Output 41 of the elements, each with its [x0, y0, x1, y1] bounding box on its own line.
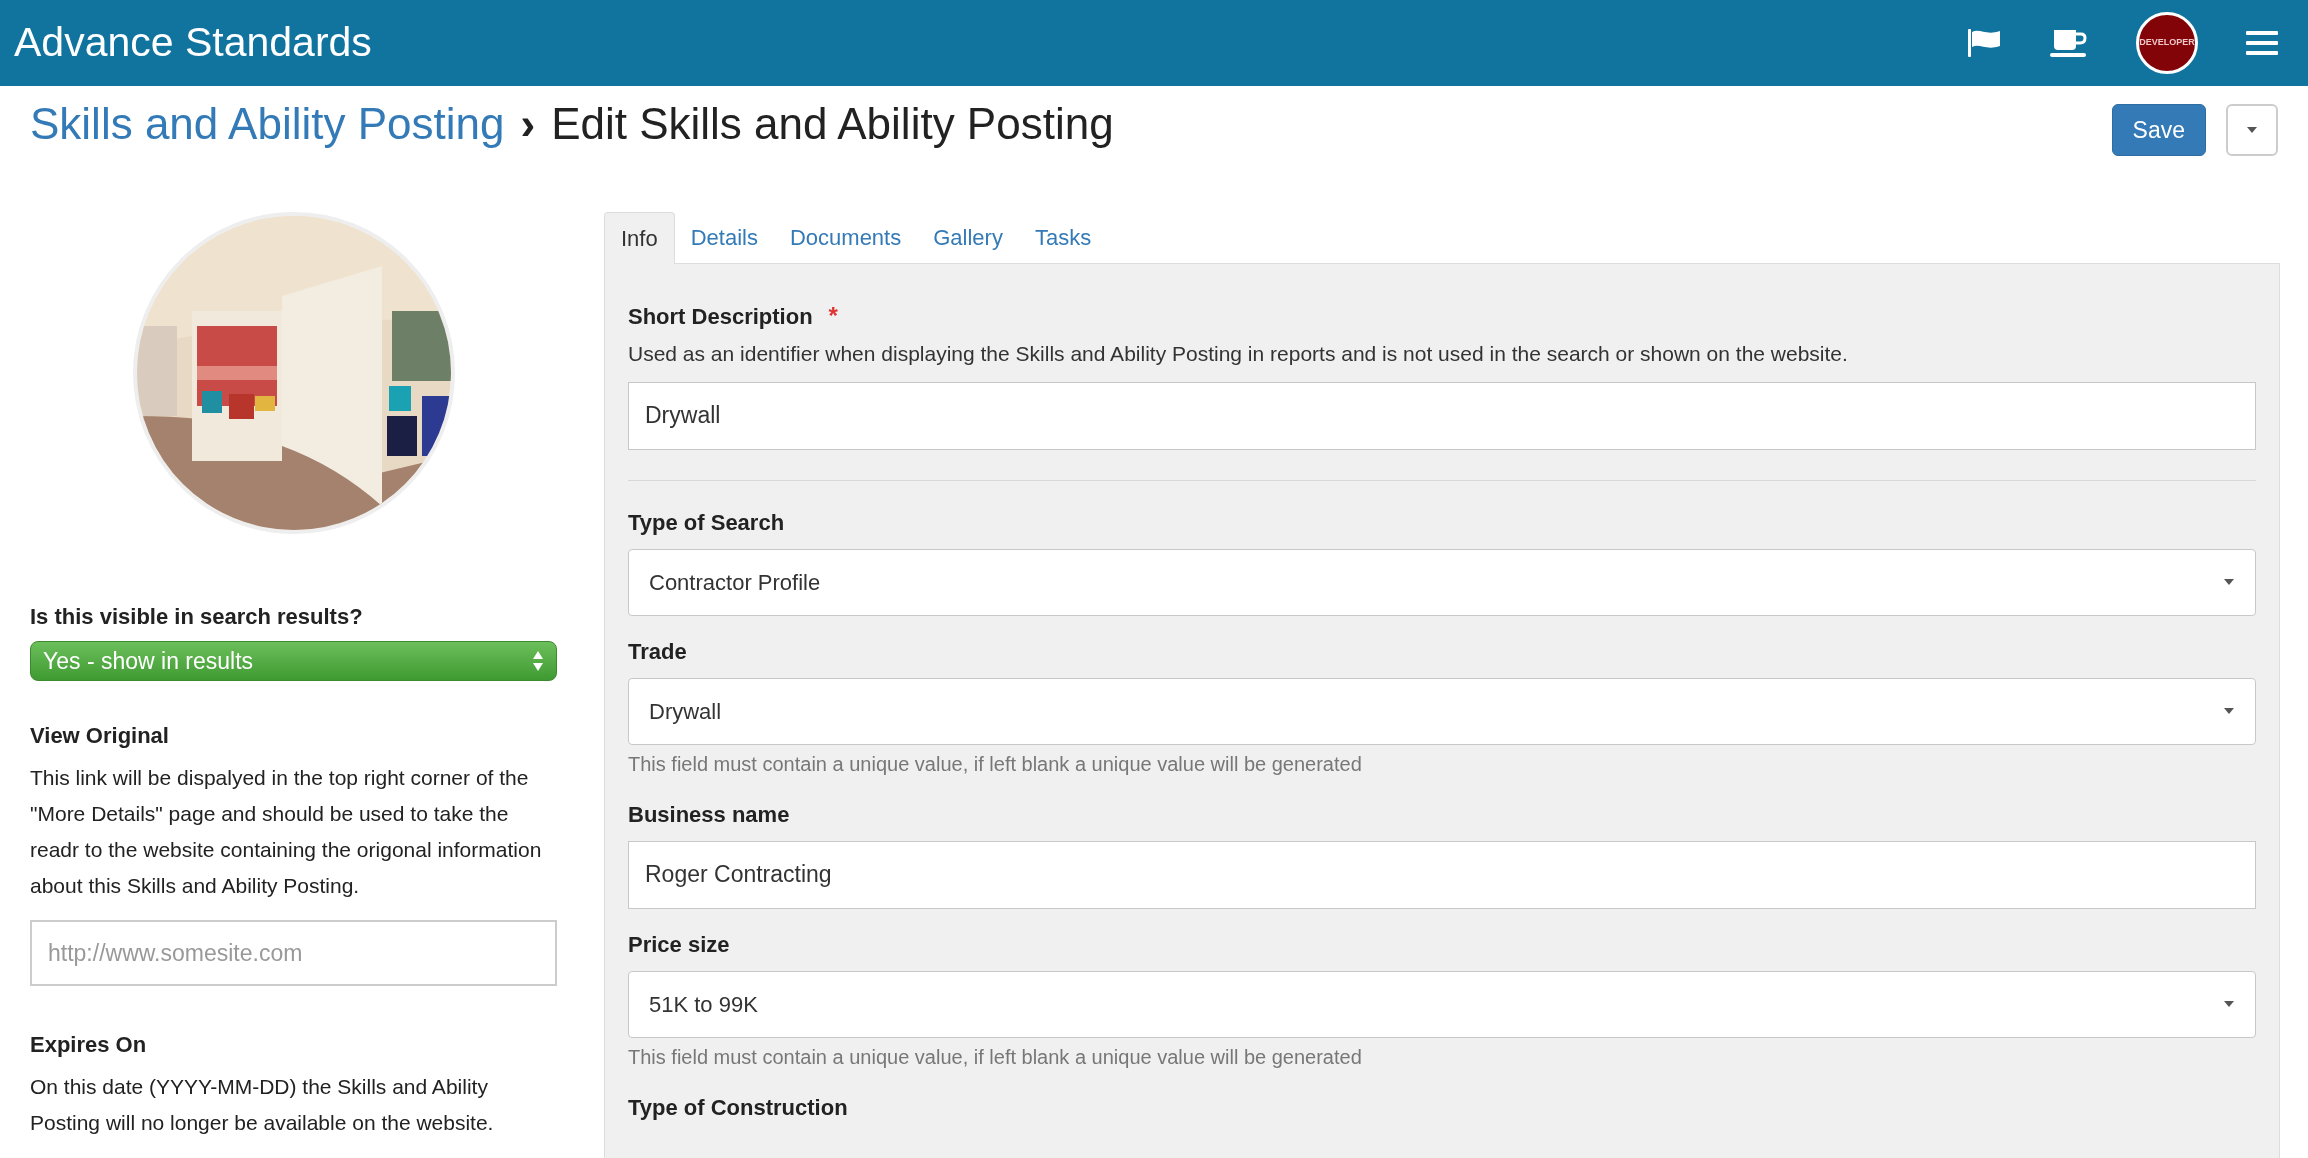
app-title[interactable]: Advance Standards — [14, 12, 372, 74]
breadcrumb-separator: › — [520, 98, 536, 150]
field-label: Short Description — [628, 302, 813, 331]
field-help: Used as an identifier when displaying the Skills and Ability Posting in reports and is not used in the search or shown on the website. — [628, 341, 1849, 367]
tab[interactable]: Documents — [773, 211, 918, 263]
select-field[interactable]: 51K to 99K — [628, 970, 2256, 1038]
field-help: On this date (YYYY-MM-DD) the Skills and Ability Posting will no longer be available on the website. — [30, 1074, 495, 1136]
tab[interactable]: Details — [674, 211, 774, 263]
visibility-select[interactable]: Yes - show in results — [30, 641, 557, 681]
page-title: Edit Skills and Ability Posting — [551, 98, 1114, 150]
tab[interactable]: Info — [604, 212, 675, 264]
caret-icon — [2246, 126, 2258, 134]
field-note: This field must contain a unique value, if left blank a unique value will be generated — [628, 751, 1363, 777]
save-button[interactable]: Save — [2111, 104, 2206, 156]
field-label: Type of Search — [628, 509, 785, 537]
select-field[interactable]: Contractor Profile — [628, 548, 2256, 616]
field-label: View Original — [30, 722, 170, 750]
sort-arrows-icon — [532, 649, 544, 673]
caret-icon — [2223, 578, 2235, 586]
field-label: Expires On — [30, 1031, 148, 1059]
text-field[interactable]: Roger Contracting — [628, 840, 2256, 909]
field-label: Is this visible in search results? — [30, 603, 364, 631]
field-label: Business name — [628, 801, 790, 829]
field-label: Price size — [628, 931, 730, 959]
user-avatar[interactable]: DEVELOPER — [2136, 12, 2198, 74]
coffee-cup-icon[interactable] — [2050, 28, 2088, 58]
text-field[interactable]: Drywall — [628, 381, 2256, 450]
field-label: Type of Construction — [628, 1094, 848, 1122]
breadcrumb-link[interactable]: Skills and Ability Posting — [30, 91, 505, 157]
field-help: This link will be dispalyed in the top right corner of the "More Details" page and should be used to take the readr to the website containing the origonal information about this Skills and Ability Posting. — [30, 765, 543, 899]
select-field[interactable]: Drywall — [628, 677, 2256, 745]
field-note: This field must contain a unique value, if left blank a unique value will be generated — [628, 1044, 1363, 1070]
caret-icon — [2223, 707, 2235, 715]
flag-icon[interactable] — [1966, 28, 2002, 58]
field-label: Trade — [628, 638, 687, 666]
tab[interactable]: Gallery — [917, 211, 1019, 263]
required-mark: * — [828, 301, 838, 331]
url-field[interactable]: http://www.somesite.com — [30, 920, 557, 986]
caret-icon — [2223, 1000, 2235, 1008]
tab[interactable]: Tasks — [1018, 211, 1108, 263]
menu-icon[interactable] — [2246, 30, 2278, 56]
